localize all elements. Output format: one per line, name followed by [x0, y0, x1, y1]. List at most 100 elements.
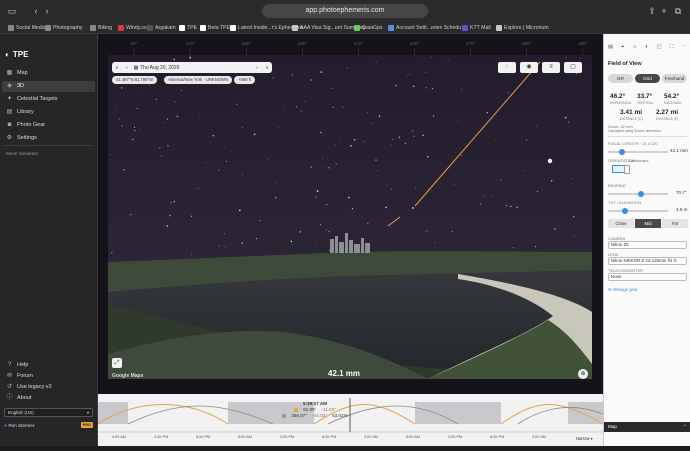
manage-gear-link[interactable]: ⚙ Manage gear: [608, 287, 638, 292]
map-bar[interactable]: Map ⌃: [604, 422, 690, 432]
focal-length-knob[interactable]: [618, 149, 625, 155]
gear-icon: ⚙: [6, 135, 13, 141]
sidebar-item-map[interactable]: ▦ Map: [2, 68, 95, 79]
sidebar-item-label: Celestial Targets: [17, 96, 58, 102]
star: [242, 127, 243, 128]
compass-button[interactable]: ⊕: [578, 369, 588, 379]
star: [299, 231, 302, 233]
black-edge-bottom: [108, 379, 592, 394]
star: [121, 87, 123, 89]
sun-panel-icon[interactable]: ☼: [632, 44, 637, 54]
teleconverter-select[interactable]: None: [608, 273, 687, 281]
bookmark-0[interactable]: Social Media: [8, 24, 46, 32]
altitude-chip[interactable]: +068 ft: [234, 76, 255, 84]
calendar-icon[interactable]: ▦: [132, 65, 140, 71]
location-chip[interactable]: America/New York · UNKNOWN: [164, 76, 233, 84]
portrait-button[interactable]: [624, 165, 630, 174]
3d-scene[interactable]: 90°120°150°180°210°240°270°300°330°: [98, 34, 603, 394]
moon-panel-icon[interactable]: ◐: [645, 44, 648, 54]
focal-length-overlay: 42.1 mm: [328, 369, 361, 378]
address-bar[interactable]: app.photoephemeris.com: [262, 4, 428, 18]
star: [278, 126, 280, 128]
dof-mid[interactable]: Mid: [635, 219, 661, 228]
bookmark-11[interactable]: KTT Mail: [462, 24, 491, 32]
bearing-knob[interactable]: [638, 191, 644, 197]
new-tab-icon[interactable]: +: [660, 5, 668, 17]
next-day-icon[interactable]: ›: [252, 65, 262, 71]
star: [158, 146, 161, 149]
distance-value: 3.41 mi: [620, 109, 643, 116]
star: [111, 252, 113, 254]
star: [461, 88, 463, 90]
bookmark-6[interactable]: Beta TPE: [200, 24, 230, 32]
bookmark-1[interactable]: Photography: [45, 24, 82, 32]
fov-tab-freehand[interactable]: Freehand: [662, 74, 687, 83]
sidebar-item-celestial-targets[interactable]: ✦ Celestial Targets: [2, 94, 95, 105]
tilt-slider[interactable]: [608, 208, 668, 214]
pin-panel-icon[interactable]: ⌖: [621, 44, 624, 54]
user-icon: ●: [4, 423, 8, 429]
prev-day-icon[interactable]: ‹: [122, 65, 132, 71]
fov-tab-dr[interactable]: DR: [608, 74, 633, 83]
expand-button[interactable]: ⤢: [112, 358, 122, 368]
camera-select[interactable]: Nikon Z5: [608, 241, 687, 249]
layers-icon: ≡: [549, 64, 553, 70]
sidebar-item-library[interactable]: ▤ Library: [2, 107, 95, 118]
next-year-icon[interactable]: »: [262, 65, 272, 71]
tilt-knob[interactable]: [621, 208, 628, 214]
fov-value: 33.7°: [637, 93, 653, 100]
fullscreen-tool-button[interactable]: ▢: [564, 62, 582, 73]
timeline[interactable]: 5:39:27 AM 82.89° -11.53° 259.97° -44.03° 53…: [97, 394, 604, 446]
language-select[interactable]: English (US) ▾: [4, 408, 93, 417]
dof-close[interactable]: Close: [608, 219, 634, 228]
bookmark-5[interactable]: TPE: [179, 24, 197, 32]
3d-view[interactable]: 90°120°150°180°210°240°270°300°330° « ‹ …: [98, 34, 603, 394]
coords-chip[interactable]: 41.497°N 81.799°W: [112, 76, 158, 84]
prev-year-icon[interactable]: «: [112, 65, 122, 71]
star: [320, 224, 322, 226]
bearing-slider[interactable]: [608, 191, 668, 197]
fov-tab-grid[interactable]: Grid: [635, 74, 660, 83]
forward-icon[interactable]: ›: [43, 5, 51, 17]
share-icon[interactable]: ⇪: [648, 5, 656, 17]
camera-tool-button[interactable]: ◌: [498, 62, 516, 73]
timeline-zoom-select[interactable]: Narrow ▾: [576, 436, 593, 441]
bookmark-10[interactable]: Account Setti...eries Schedu: [388, 24, 461, 32]
layers-tool-button[interactable]: ≡: [542, 62, 560, 73]
bookmark-4[interactable]: Argakam: [147, 24, 176, 32]
sidebar-item-about[interactable]: ⓘ About: [2, 393, 95, 403]
moon-simulator[interactable]: Moon Simulator: [6, 151, 38, 156]
bookmark-12[interactable]: Explore | Microrium: [496, 24, 549, 32]
star: [173, 58, 175, 61]
bookmark-9[interactable]: GaiaGps: [354, 24, 382, 32]
sidebar-item-forum[interactable]: ✉ Forum: [2, 371, 95, 381]
fov-panel-icon[interactable]: ◰: [656, 44, 661, 54]
star: [375, 159, 377, 161]
sidebar-item-3d[interactable]: ◈ 3D: [2, 81, 95, 92]
layers-panel-icon[interactable]: ▤: [608, 44, 613, 54]
bookmark-2[interactable]: Biking: [90, 24, 112, 32]
star: [143, 88, 145, 90]
sidebar-item-settings[interactable]: ⚙ Settings: [2, 133, 95, 144]
sidebar-item-label: Forum: [17, 373, 33, 379]
star: [554, 228, 556, 230]
date-label[interactable]: Thu Aug 20, 2026: [140, 65, 252, 71]
sidebar-item-photo-gear[interactable]: ◙ Photo Gear: [2, 120, 95, 131]
focal-length-slider[interactable]: [608, 149, 668, 155]
dof-far[interactable]: Far: [662, 219, 688, 228]
tag-panel-icon[interactable]: ⛶: [670, 44, 674, 54]
user-row[interactable]: ● Ron Stermer PRO: [4, 421, 93, 430]
star: [191, 253, 193, 255]
more-panel-icon[interactable]: ⋯: [681, 44, 687, 54]
timeline-illumination: 53.01%: [332, 413, 348, 418]
star: [166, 225, 169, 227]
eye-tool-button[interactable]: ◉: [520, 62, 538, 73]
sidebar-item-label: Settings: [17, 135, 37, 141]
tabs-overview-icon[interactable]: ⧉: [674, 5, 682, 17]
sidebar-item-help[interactable]: ? Help: [2, 360, 95, 370]
lens-select[interactable]: Nikon NIKKOR Z 24-120mm f/4 S: [608, 257, 687, 265]
star: [290, 240, 293, 243]
sidebar-toggle-icon[interactable]: ▭: [6, 5, 18, 17]
back-icon[interactable]: ‹: [32, 5, 40, 17]
sidebar-item-use-legacy-v3[interactable]: ↺ Use legacy v3: [2, 382, 95, 392]
